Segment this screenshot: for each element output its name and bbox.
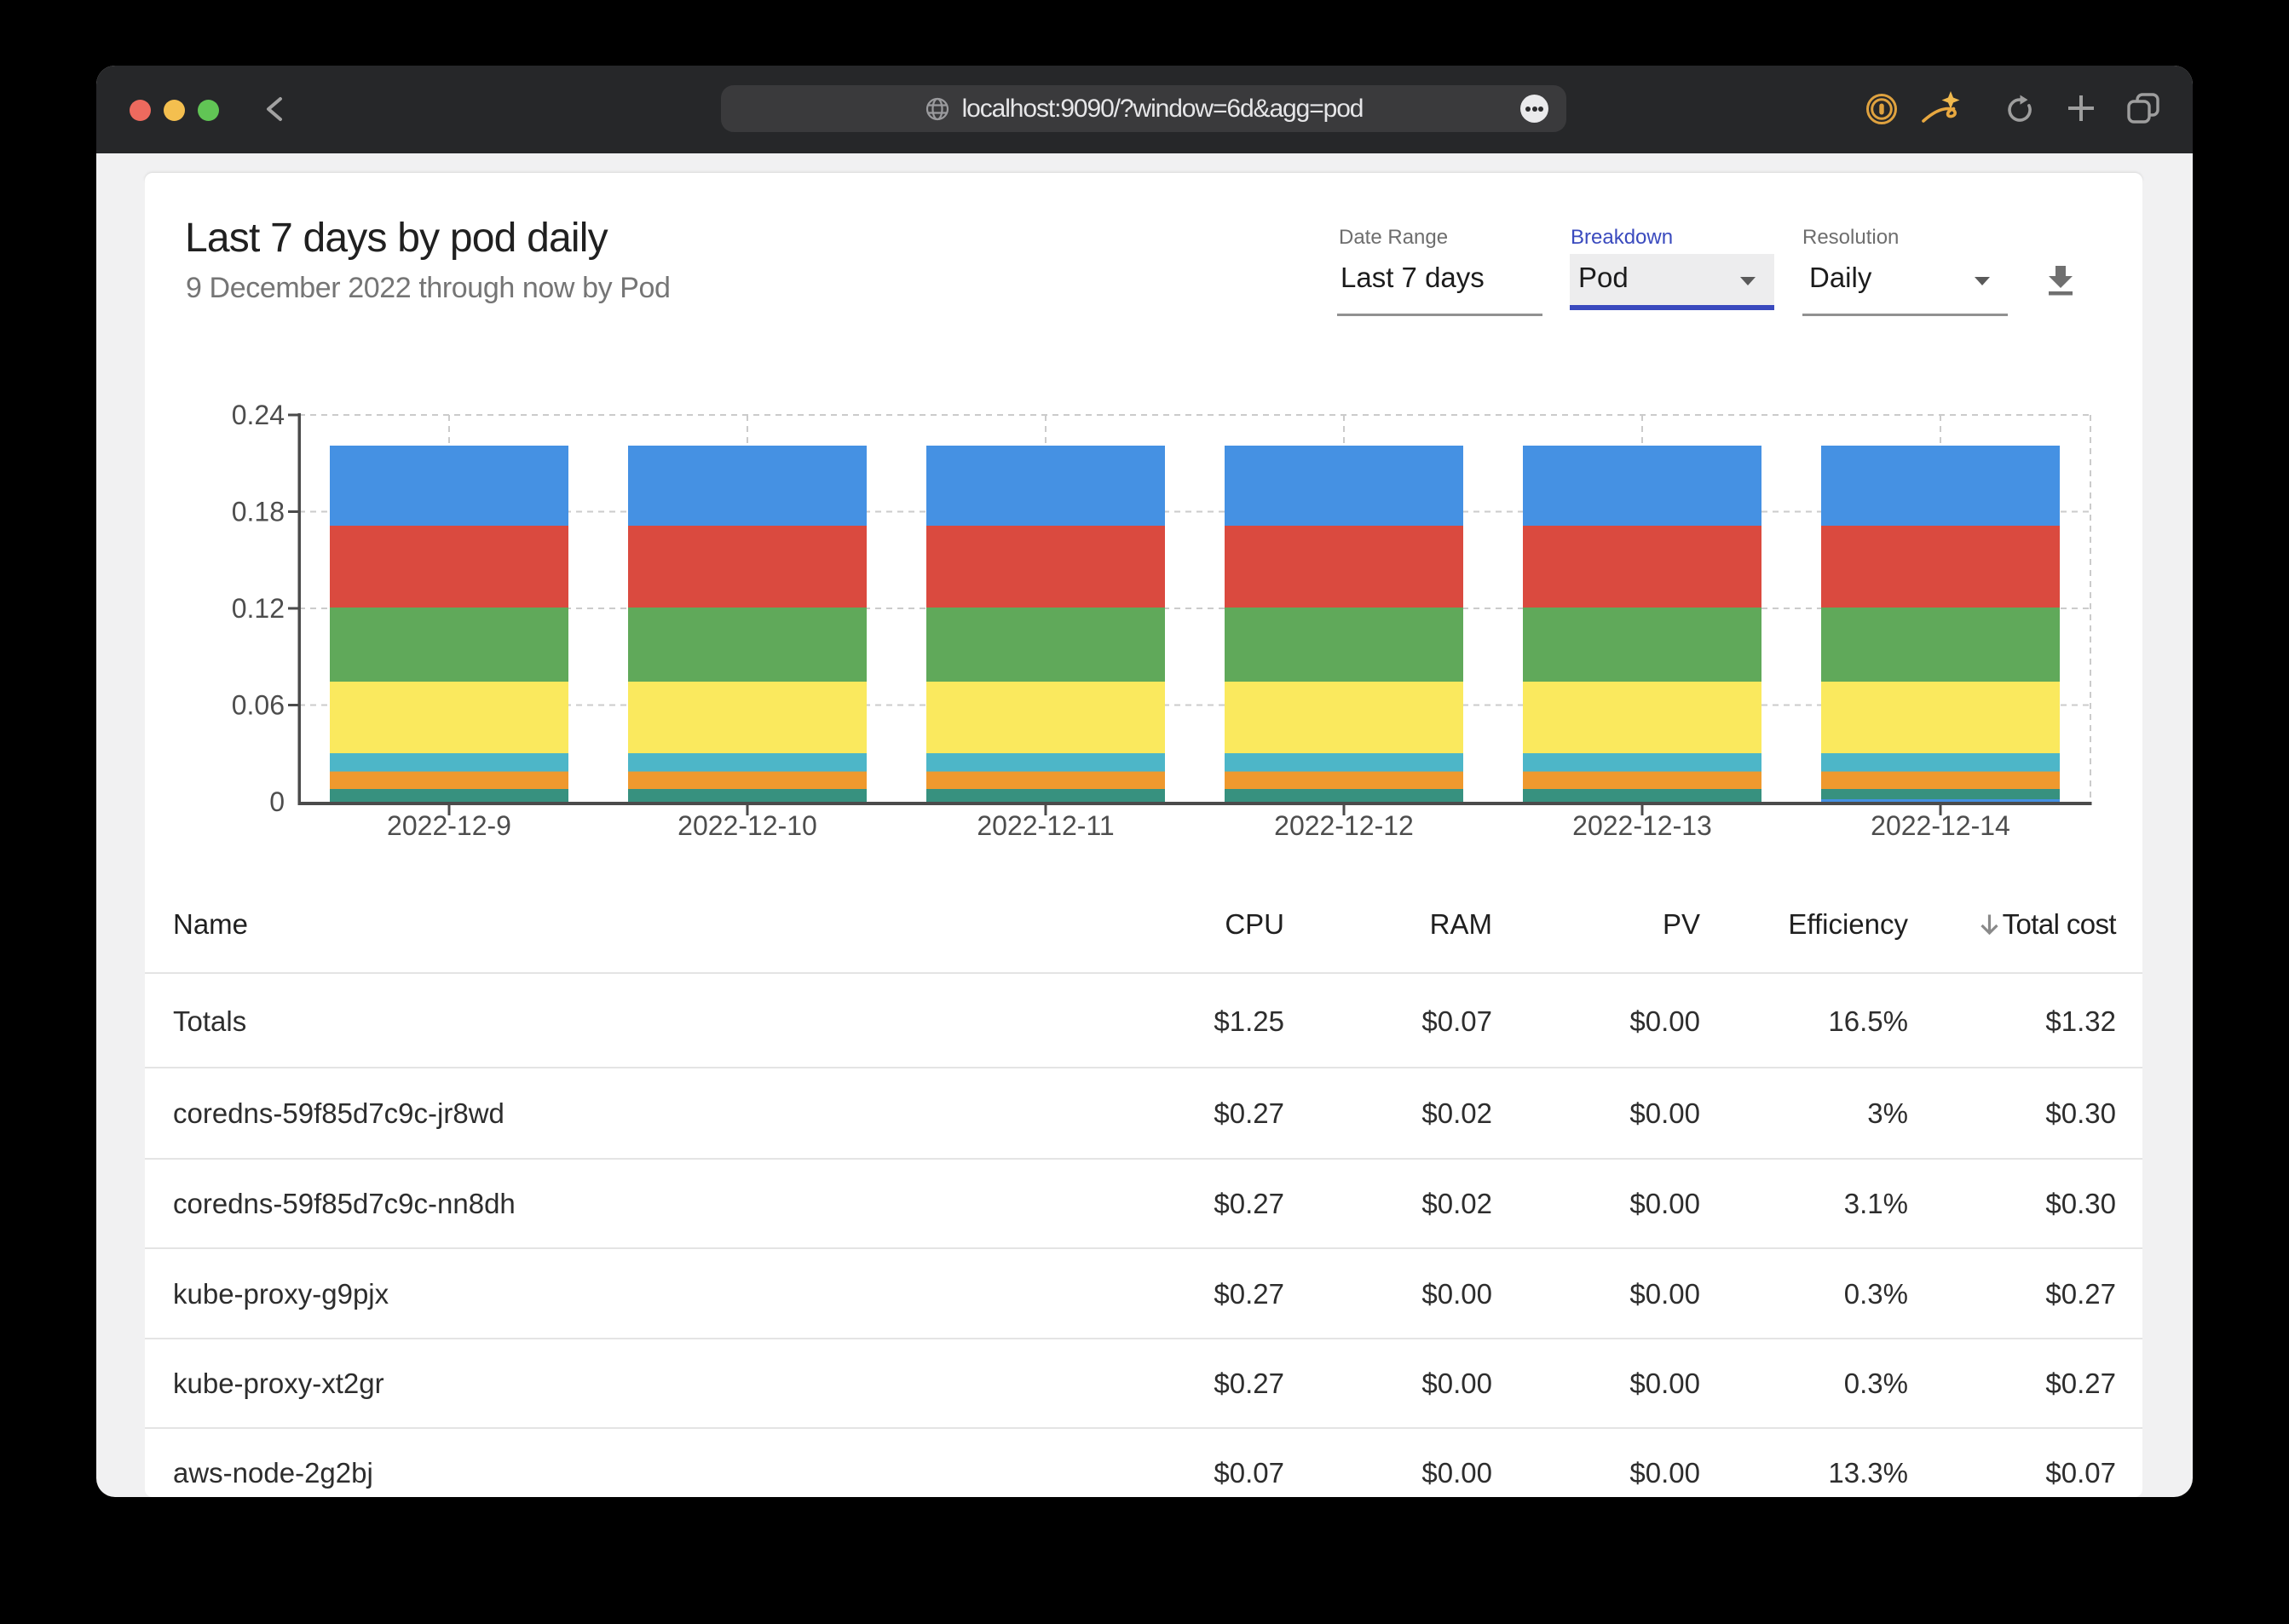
svg-text:2022-12-11: 2022-12-11 <box>977 810 1114 841</box>
svg-text:0.06: 0.06 <box>232 690 285 721</box>
svg-text:0.24: 0.24 <box>232 400 285 430</box>
svg-text:0: 0 <box>269 786 285 817</box>
svg-text:0.18: 0.18 <box>232 497 285 527</box>
svg-text:2022-12-9: 2022-12-9 <box>387 810 511 841</box>
svg-text:2022-12-14: 2022-12-14 <box>1871 810 2010 841</box>
svg-text:2022-12-13: 2022-12-13 <box>1572 810 1712 841</box>
svg-text:2022-12-10: 2022-12-10 <box>677 810 817 841</box>
svg-text:2022-12-12: 2022-12-12 <box>1274 810 1414 841</box>
svg-text:0.12: 0.12 <box>232 593 285 624</box>
